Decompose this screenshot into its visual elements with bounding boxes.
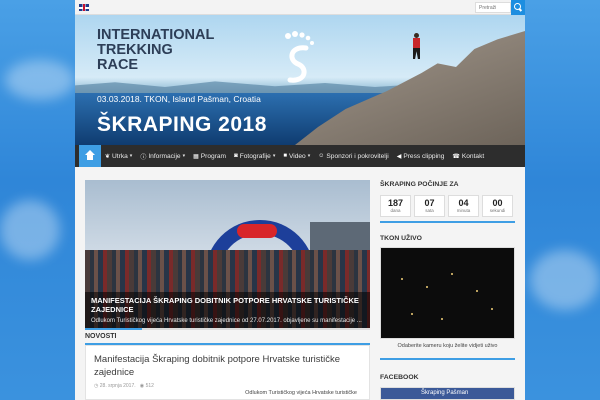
countdown-heading: ŠKRAPING POČINJE ZA (380, 181, 459, 188)
clock-icon: ◷ (94, 383, 99, 389)
camera-icon: ◙ (234, 153, 238, 159)
banner-title-line: INTERNATIONAL (97, 27, 215, 43)
phone-icon: ☎ (452, 153, 460, 160)
countdown-label: sata (425, 208, 434, 213)
slider-progress-fill (85, 328, 142, 330)
live-camera-view[interactable] (380, 247, 515, 339)
nav-item-utrka[interactable]: ❦ Utrka ▾ (105, 153, 132, 160)
nav-item-label: Utrka (112, 152, 128, 160)
featured-slider[interactable]: MANIFESTACIJA ŠKRAPING DOBITNIK POTPORE … (85, 180, 370, 330)
live-caption: Odaberite kameru koju želite vidjeti uži… (397, 343, 498, 349)
uk-flag-icon[interactable] (79, 4, 89, 11)
nav-item-label: Sponzori i pokrovitelji (326, 152, 389, 160)
news-meta: ◷ 28. srpnja 2017. ◉ 512 (94, 383, 361, 389)
search-icon[interactable] (511, 0, 525, 15)
news-date: 28. srpnja 2017. (99, 383, 136, 389)
countdown-divider (380, 221, 515, 223)
news-views: 512 (145, 383, 154, 389)
banner-title-line: TREKKING (97, 42, 173, 58)
background-cloud (530, 250, 600, 310)
main-content: MANIFESTACIJA ŠKRAPING DOBITNIK POTPORE … (75, 167, 525, 400)
caret-down-icon: ▾ (307, 153, 311, 159)
live-heading: TKON UŽIVO (380, 235, 422, 242)
facebook-heading: FACEBOOK (380, 374, 419, 381)
countdown-minutes: 04 minuta (448, 195, 479, 217)
users-icon: ☺ (318, 153, 325, 159)
news-heading: NOVOSTI (85, 333, 117, 340)
leaf-icon: ❦ (105, 153, 111, 160)
main-nav: ❦ Utrka ▾ ⓘ Informacije ▾ ▦ Program ◙ Fotograf… (75, 145, 525, 167)
background-cloud (0, 200, 60, 260)
news-excerpt: Odlukom Turističkog vijeća Hrvatske turi… (245, 390, 357, 396)
banner-date: 03.03.2018. TKON, Island Pašman, Croatia (97, 94, 261, 104)
slider-caption[interactable]: MANIFESTACIJA ŠKRAPING DOBITNIK POTPORE … (85, 292, 370, 328)
countdown-value: 04 (458, 198, 469, 208)
nav-item-label: Kontakt (461, 152, 485, 160)
nav-item-label: Informacije (148, 152, 181, 160)
caret-down-icon: ▾ (129, 153, 133, 159)
home-icon[interactable] (79, 145, 101, 167)
calendar-icon: ▦ (193, 153, 199, 160)
nav-item-label: Program (200, 152, 227, 160)
news-card[interactable]: Manifestacija Škraping dobitnik potpore … (85, 345, 370, 400)
nav-item-informacije[interactable]: ⓘ Informacije ▾ (140, 152, 185, 161)
nav-item-label: Fotografije (239, 152, 271, 160)
caret-down-icon: ▾ (182, 153, 186, 159)
banner-title: INTERNATIONAL TREKKING RACE (97, 28, 214, 73)
video-icon: ■ (283, 153, 287, 159)
top-bar (75, 0, 525, 15)
countdown-seconds: 00 sekundi (482, 195, 513, 217)
countdown-value: 00 (492, 198, 503, 208)
slider-title[interactable]: MANIFESTACIJA ŠKRAPING DOBITNIK POTPORE … (91, 296, 364, 314)
nav-item-label: Press clipping (403, 152, 445, 160)
live-divider (380, 358, 515, 360)
info-icon: ⓘ (140, 154, 147, 161)
countdown-label: dana (390, 208, 401, 213)
background-cloud (5, 60, 75, 100)
banner-title-line: RACE (97, 57, 139, 73)
nav-item-sponzori[interactable]: ☺ Sponzori i pokrovitelji (318, 153, 388, 160)
nav-item-label: Video (288, 152, 306, 160)
header-banner[interactable]: INTERNATIONAL TREKKING RACE 03.03.2018. … (75, 15, 525, 145)
nav-item-fotografije[interactable]: ◙ Fotografije ▾ (234, 153, 275, 160)
footprint-logo-icon (285, 31, 314, 83)
nav-item-program[interactable]: ▦ Program (193, 153, 226, 160)
countdown-timer: 187 dana 07 sata 04 minuta 00 sekundi (380, 195, 515, 217)
facebook-page-name[interactable]: Škraping Pašman (421, 390, 468, 396)
slider-progress (85, 328, 370, 330)
banner-event-name: ŠKRAPING 2018 (97, 113, 267, 136)
nav-items: ❦ Utrka ▾ ⓘ Informacije ▾ ▦ Program ◙ Fotograf… (105, 145, 492, 167)
search-input[interactable] (475, 2, 511, 13)
runner-figure (412, 33, 420, 59)
countdown-hours: 07 sata (414, 195, 445, 217)
nav-item-press-clipping[interactable]: ◀ Press clipping (397, 153, 445, 160)
caret-down-icon: ▾ (272, 153, 276, 159)
countdown-label: sekundi (489, 208, 506, 213)
nav-item-kontakt[interactable]: ☎ Kontakt (452, 153, 484, 160)
nav-item-video[interactable]: ■ Video ▾ (283, 153, 310, 160)
countdown-days: 187 dana (380, 195, 411, 217)
facebook-widget[interactable]: Škraping Pašman (380, 387, 515, 400)
countdown-value: 07 (424, 198, 435, 208)
eye-icon: ◉ (139, 383, 145, 389)
megaphone-icon: ◀ (396, 153, 402, 160)
countdown-label: minuta (456, 208, 471, 213)
slider-excerpt: Odlukom Turističkog vijeća Hrvatske turi… (91, 318, 362, 324)
countdown-value: 187 (387, 198, 404, 208)
news-title[interactable]: Manifestacija Škraping dobitnik potpore … (94, 353, 361, 379)
